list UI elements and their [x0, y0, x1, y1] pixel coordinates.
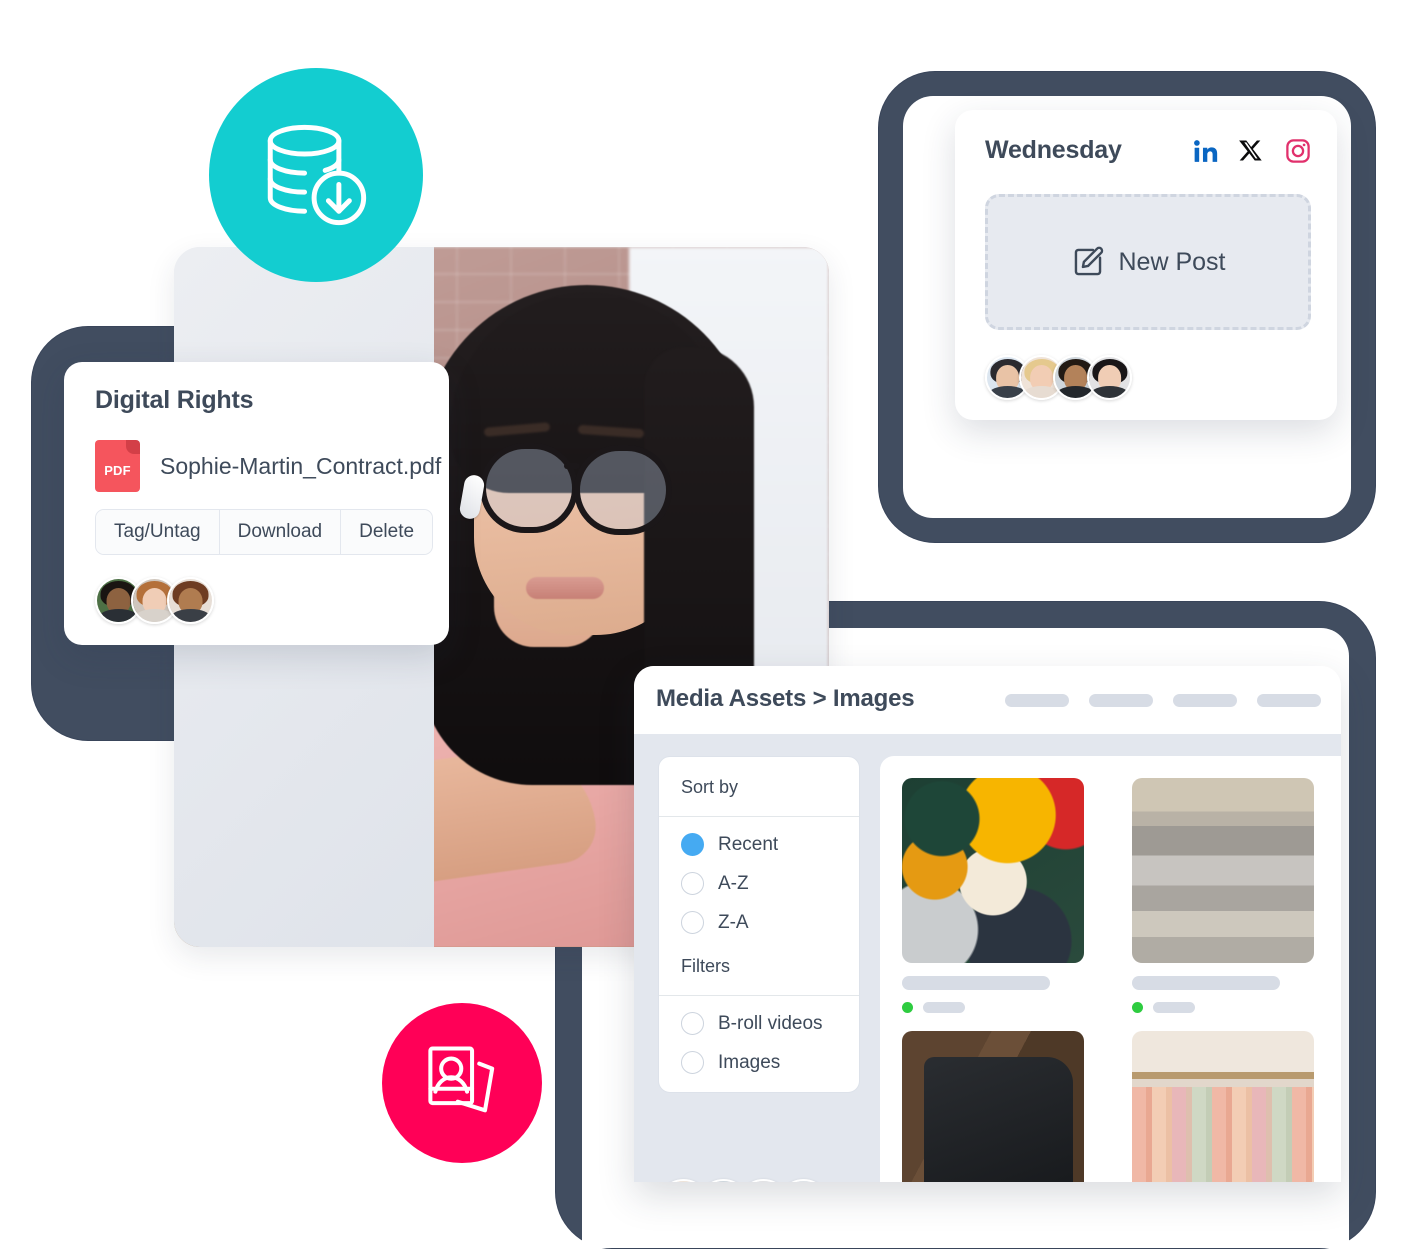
sort-option-recent[interactable]: Recent: [681, 833, 837, 856]
asset-meta: [1131, 1002, 1342, 1013]
sort-option-label: A-Z: [718, 872, 749, 894]
digital-rights-collaborators[interactable]: [95, 577, 214, 624]
filter-option-broll-videos[interactable]: B-roll videos: [681, 1012, 837, 1035]
breadcrumb: Media Assets > Images: [656, 685, 915, 712]
toolbar-placeholders: [1005, 694, 1321, 707]
asset-meta: [902, 1002, 1112, 1013]
edit-square-icon: [1074, 246, 1103, 276]
radio-icon[interactable]: [681, 833, 704, 856]
pdf-icon-fold: [126, 440, 140, 454]
new-post-label: New Post: [1118, 247, 1226, 276]
portrait-photos-badge: [382, 1003, 542, 1163]
filter-option-label: B-roll videos: [718, 1012, 823, 1034]
asset-thumbnail[interactable]: [1131, 1031, 1314, 1182]
asset-card[interactable]: [1131, 1031, 1342, 1182]
status-dot-icon: [1131, 1002, 1143, 1013]
composition-stage: Digital Rights PDF Sophie-Martin_Contrac…: [0, 0, 1407, 1250]
status-dot-icon: [902, 1002, 913, 1013]
photo-subject-glasses-left: [480, 443, 578, 533]
media-assets-panel: Media Assets > Images Sort by Recent A-Z…: [634, 666, 1341, 1182]
toolbar-placeholder: [1005, 694, 1069, 707]
asset-thumbnail[interactable]: [902, 778, 1084, 963]
photo-subject-glasses-right: [574, 445, 672, 535]
scheduler-collaborators[interactable]: [985, 355, 1132, 400]
asset-meta-placeholder: [1152, 1002, 1195, 1013]
asset-card[interactable]: [1131, 778, 1342, 1013]
photo-subject-lips: [526, 577, 604, 599]
sort-option-label: Z-A: [718, 911, 749, 933]
asset-meta-placeholder: [923, 1002, 965, 1013]
digital-rights-card: Digital Rights PDF Sophie-Martin_Contrac…: [64, 362, 449, 645]
new-post-dropzone[interactable]: New Post: [985, 194, 1311, 330]
scheduler-card: Wednesday New Post: [955, 110, 1337, 420]
toolbar-placeholder: [1089, 694, 1153, 707]
scheduler-day-title: Wednesday: [985, 136, 1122, 164]
digital-rights-filename: Sophie-Martin_Contract.pdf: [160, 452, 442, 479]
avatar[interactable]: [167, 577, 214, 624]
scheduler-social-icons: [1192, 137, 1311, 164]
delete-button[interactable]: Delete: [341, 510, 433, 554]
sort-options: Recent A-Z Z-A: [659, 817, 859, 952]
sort-option-az[interactable]: A-Z: [681, 872, 837, 895]
filter-options: B-roll videos Images: [659, 996, 859, 1092]
sort-option-label: Recent: [718, 833, 779, 855]
asset-title-placeholder: [1131, 976, 1280, 990]
database-download-badge: [209, 68, 423, 282]
toolbar-placeholder: [1257, 694, 1321, 707]
instagram-icon[interactable]: [1284, 137, 1311, 164]
download-button[interactable]: Download: [219, 510, 342, 554]
asset-grid: [880, 756, 1341, 1182]
portrait-photos-icon: [428, 1046, 495, 1113]
x-icon[interactable]: [1238, 137, 1265, 164]
asset-thumbnail[interactable]: [902, 1031, 1084, 1182]
sort-by-title: Sort by: [681, 777, 739, 797]
digital-rights-title: Digital Rights: [95, 386, 254, 414]
toolbar-placeholder: [1173, 694, 1237, 707]
filter-option-images[interactable]: Images: [681, 1051, 837, 1074]
digital-rights-file-row[interactable]: PDF Sophie-Martin_Contract.pdf: [95, 440, 441, 492]
photo-subject-glasses-bridge: [564, 463, 580, 469]
scheduler-header: Wednesday: [985, 136, 1311, 165]
media-assets-collaborators[interactable]: [658, 1179, 829, 1182]
linkedin-icon[interactable]: [1192, 137, 1219, 164]
asset-card[interactable]: [902, 1031, 1112, 1182]
radio-icon[interactable]: [681, 1051, 704, 1074]
filters-title: Filters: [681, 956, 730, 976]
sort-and-filter-sidebar: Sort by Recent A-Z Z-A Filters B-roll vi…: [658, 756, 860, 1093]
media-assets-header: Media Assets > Images: [634, 666, 1341, 734]
digital-rights-actions: Tag/Untag Download Delete: [95, 509, 434, 555]
sort-option-za[interactable]: Z-A: [681, 911, 837, 934]
pdf-icon-label: PDF: [104, 462, 131, 478]
filter-option-label: Images: [718, 1051, 781, 1073]
asset-title-placeholder: [902, 976, 1050, 990]
asset-card[interactable]: [902, 778, 1112, 1013]
radio-icon[interactable]: [681, 872, 704, 895]
avatar[interactable]: [778, 1179, 829, 1182]
pdf-file-icon: PDF: [95, 440, 140, 492]
avatar[interactable]: [1087, 355, 1132, 400]
tag-untag-button[interactable]: Tag/Untag: [96, 510, 220, 554]
media-assets-body: Sort by Recent A-Z Z-A Filters B-roll vi…: [634, 734, 1341, 1182]
asset-thumbnail[interactable]: [1131, 778, 1314, 963]
database-download-icon: [267, 124, 367, 226]
radio-icon[interactable]: [681, 1012, 704, 1035]
radio-icon[interactable]: [681, 911, 704, 934]
